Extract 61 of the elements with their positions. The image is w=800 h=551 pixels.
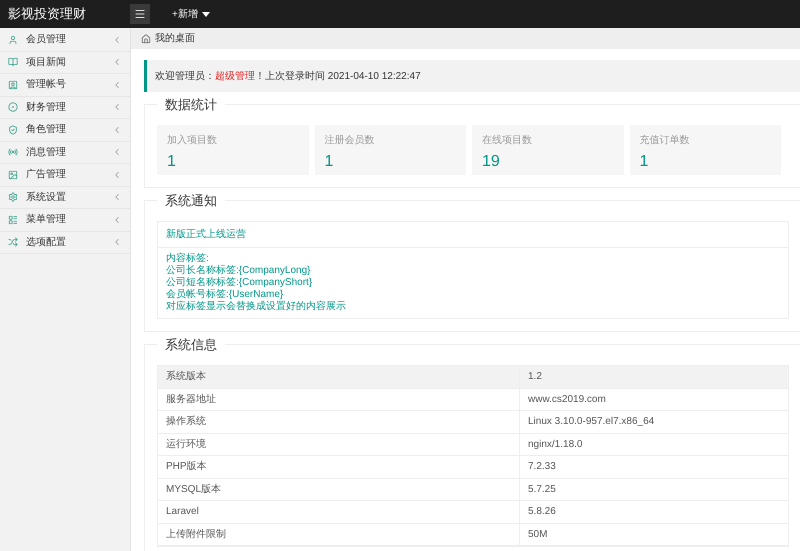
home-icon: [141, 34, 151, 44]
table-cell-text: Linux 3.10.0-957.el7.x86_64: [527, 415, 656, 430]
table-cell: 操作系统: [158, 411, 520, 432]
sidebar-item[interactable]: 广告管理: [0, 164, 130, 186]
section-title: 数据统计: [157, 96, 225, 114]
table-cell-text: 1.2: [527, 370, 543, 384]
table-cell: 运行环境: [158, 434, 520, 455]
table-cell: PHP版本: [158, 456, 520, 478]
stat-label: 加入项目数: [167, 134, 218, 148]
shield-check-icon: [8, 124, 18, 135]
stat-label: 注册会员数: [324, 134, 376, 148]
sidebar-item[interactable]: 选项配置: [0, 232, 130, 254]
settings-icon: [8, 192, 18, 202]
add-dropdown[interactable]: +新增: [172, 6, 210, 22]
stat-label: 在线项目数: [482, 134, 533, 148]
sidebar-item[interactable]: 菜单管理: [0, 209, 130, 232]
notice-line: 会员帐号标签:{UserName}: [166, 289, 284, 300]
stat-value: 1: [640, 153, 650, 171]
sidebar-item[interactable]: 系统设置: [0, 186, 130, 209]
notice-line: 公司长名称标签:{CompanyLong}: [166, 265, 312, 276]
sidebar-item[interactable]: 财务管理: [0, 96, 130, 119]
notice-line: 公司短名称标签:{CompanyShort}: [166, 277, 314, 288]
table-cell: 系统版本: [158, 366, 520, 388]
menu-icon: [134, 8, 146, 20]
stat-label: 充值订单数: [640, 134, 690, 148]
notice-headline[interactable]: 新版正式上线运营: [158, 222, 788, 248]
signal-icon: [8, 147, 18, 158]
image-icon: [8, 170, 18, 180]
sidebar-item[interactable]: 角色管理: [0, 119, 130, 142]
table-cell-text: nginx/1.18.0: [527, 438, 584, 452]
menu-toggle-button[interactable]: [130, 4, 150, 24]
table-cell-text: www.cs2019.com: [527, 392, 607, 407]
section-title: 系统信息: [157, 336, 225, 354]
sidebar-item[interactable]: 项目新闻: [0, 52, 130, 74]
table-cell: 服务器地址: [158, 388, 520, 410]
table-cell: MYSQL版本: [158, 478, 520, 500]
caret-icon: [202, 12, 210, 16]
stat-value: 19: [482, 153, 501, 171]
book-icon: [8, 57, 18, 68]
table-cell-text: 7.2.33: [527, 460, 557, 474]
welcome-banner: 欢迎管理员：超级管理！上次登录时间 2021-04-10 12:22:47: [144, 60, 800, 92]
table-cell-text: 5.8.26: [527, 505, 557, 520]
user-icon: [8, 34, 18, 45]
sidebar-item[interactable]: 会员管理: [0, 29, 130, 52]
sidebar-item[interactable]: 管理帐号: [0, 74, 130, 96]
table-cell-text: 5.7.25: [527, 482, 557, 497]
app-logo: 影视投资理财: [7, 5, 87, 24]
sidebar-item[interactable]: 消息管理: [0, 142, 130, 164]
stat-value: 1: [167, 153, 177, 171]
table-cell-text: 50M: [527, 528, 548, 542]
notice-line: 内容标签:: [166, 253, 210, 264]
breadcrumb-link[interactable]: 我的桌面: [155, 31, 195, 46]
user-square-icon: [8, 80, 18, 90]
section-title: 系统通知: [157, 192, 225, 210]
notice-line: 对应标签显示会替换成设置好的内容展示: [166, 301, 347, 313]
stat-value: 1: [324, 153, 334, 171]
table-cell: Laravel: [158, 501, 520, 522]
table-cell: 上传附件限制: [158, 524, 520, 545]
circle-dot-icon: [8, 102, 18, 112]
list-icon: [8, 214, 18, 225]
shuffle-icon: [8, 237, 18, 248]
